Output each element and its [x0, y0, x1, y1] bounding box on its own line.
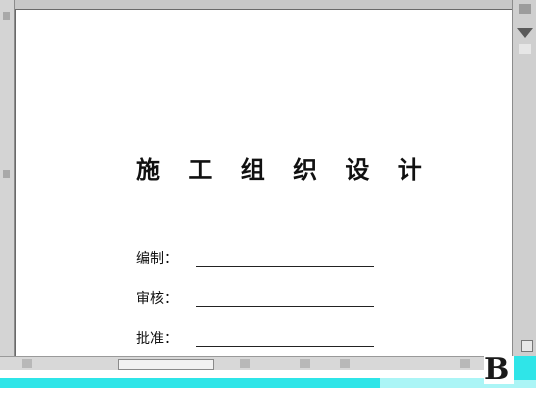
document-title: 施 工 组 织 设 计 — [136, 155, 432, 184]
signature-line — [196, 306, 374, 307]
vertical-ruler — [0, 0, 15, 356]
ruler-marker[interactable] — [3, 12, 10, 20]
signature-line — [196, 346, 374, 347]
vertical-scrollbar[interactable] — [512, 0, 536, 356]
document-page[interactable]: 施 工 组 织 设 计 编制： 审核： 批准： — [15, 9, 512, 357]
signature-label: 批准： — [136, 331, 178, 347]
status-icon — [460, 359, 470, 368]
watermark-logo: B — [484, 355, 514, 385]
signature-label: 审核： — [136, 291, 178, 307]
bottom-margin — [0, 388, 536, 402]
scroll-thumb[interactable] — [519, 44, 531, 54]
signature-label: 编制： — [136, 251, 178, 267]
status-icon — [300, 359, 310, 368]
status-icon — [240, 359, 250, 368]
ruler-marker[interactable] — [3, 170, 10, 178]
view-mode-icon[interactable] — [22, 359, 32, 368]
window-top-bar — [0, 0, 536, 9]
signature-line — [196, 266, 374, 267]
status-bar — [0, 356, 536, 371]
status-icon — [340, 359, 350, 368]
page-indicator[interactable] — [118, 359, 214, 370]
status-gap — [0, 370, 536, 378]
scroll-up-button[interactable] — [519, 4, 531, 14]
chevron-down-icon[interactable] — [517, 28, 533, 38]
scroll-down-button[interactable] — [521, 340, 533, 352]
